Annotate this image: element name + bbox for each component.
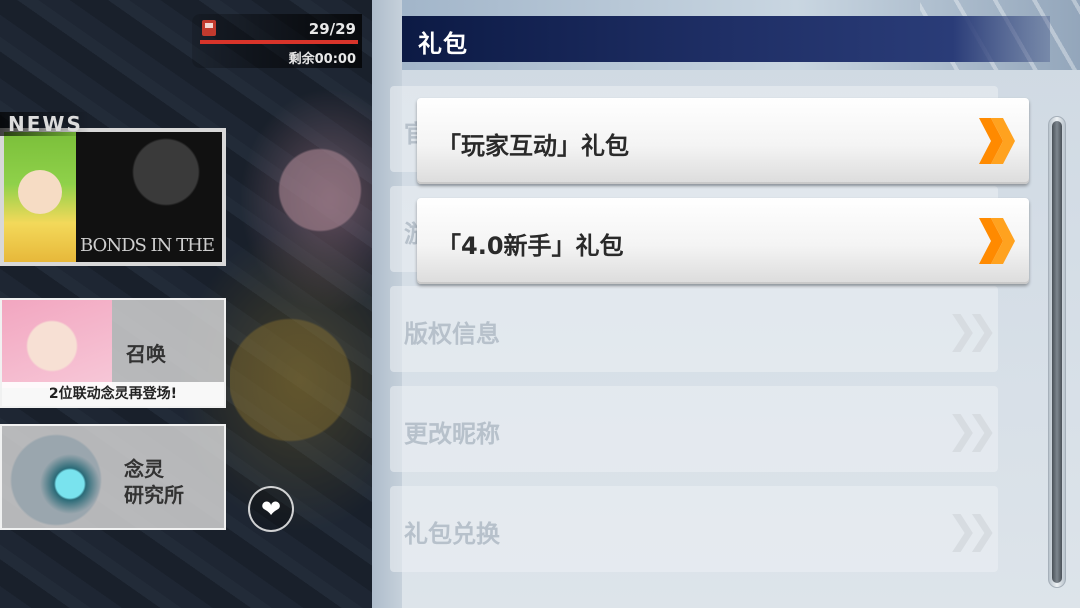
scrollbar[interactable] xyxy=(1048,116,1066,588)
menu-row-copyright: 版权信息 ❯❯ xyxy=(390,286,998,372)
panel-title: 礼包 xyxy=(418,30,468,58)
double-chevron-right-icon xyxy=(979,218,1015,264)
fuel-icon xyxy=(202,20,216,36)
menu-row-change-nickname: 更改昵称 ❯❯ xyxy=(390,386,998,472)
lab-title-line2: 研究所 xyxy=(124,483,184,507)
panel-header: 礼包 xyxy=(402,16,1050,62)
news-label: NEWS xyxy=(0,112,90,136)
gift-label: 「4.0新手」礼包 xyxy=(437,232,624,260)
gift-player-interaction-button[interactable]: 「玩家互动」礼包 xyxy=(417,98,1029,184)
lab-title: 念灵 研究所 xyxy=(124,456,184,508)
summon-character-image xyxy=(2,300,112,388)
heart-icon[interactable]: ❤ xyxy=(248,486,294,532)
summon-button[interactable]: 召唤 2位联动念灵再登场! xyxy=(0,298,226,408)
lab-button[interactable]: 念灵 研究所 xyxy=(0,424,226,530)
summon-title: 召唤 xyxy=(126,342,166,366)
stamina-progress-fill xyxy=(200,40,358,44)
news-character-image xyxy=(4,132,76,262)
game-background: 29/29 剩余00:00 BONDS IN THE NEWS 召唤 2位联动念… xyxy=(0,0,372,608)
lab-title-line1: 念灵 xyxy=(124,457,164,481)
menu-row-label: 更改昵称 xyxy=(404,420,500,448)
gift-newbie-button[interactable]: 「4.0新手」礼包 xyxy=(417,198,1029,284)
news-banner[interactable]: BONDS IN THE xyxy=(0,128,226,266)
stamina-bar: 29/29 剩余00:00 xyxy=(192,14,362,68)
menu-row-label: 礼包兑换 xyxy=(404,520,500,548)
gift-label: 「玩家互动」礼包 xyxy=(437,132,629,160)
chevron-right-icon: ❯❯ xyxy=(946,508,998,552)
stamina-progress xyxy=(200,40,358,44)
menu-row-gift-redeem: 礼包兑换 ❯❯ xyxy=(390,486,998,572)
stamina-count: 29/29 xyxy=(308,20,356,38)
chevron-right-icon: ❯❯ xyxy=(946,308,998,352)
menu-row-label: 版权信息 xyxy=(404,320,500,348)
chevron-right-icon: ❯❯ xyxy=(946,408,998,452)
lab-device-image xyxy=(8,432,104,526)
stamina-timer: 剩余00:00 xyxy=(288,52,356,67)
news-banner-text: BONDS IN THE xyxy=(80,235,215,256)
double-chevron-right-icon xyxy=(979,118,1015,164)
scrollbar-thumb[interactable] xyxy=(1052,121,1062,583)
summon-subtitle: 2位联动念灵再登场! xyxy=(2,382,224,406)
